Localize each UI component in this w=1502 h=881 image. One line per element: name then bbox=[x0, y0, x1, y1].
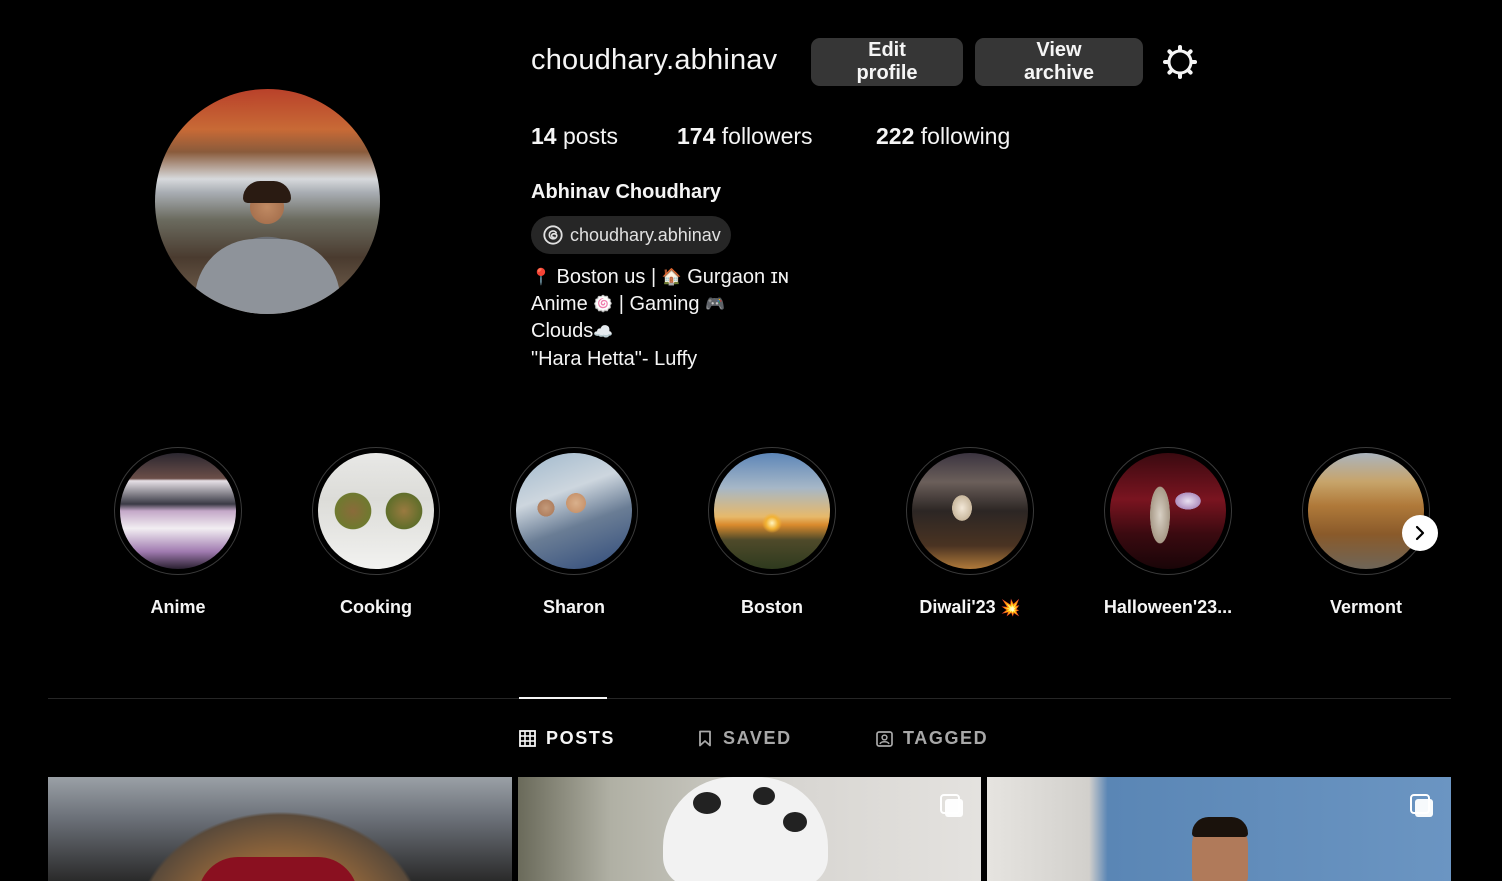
threads-badge[interactable]: choudhary.abhinav bbox=[531, 216, 731, 254]
profile-avatar[interactable] bbox=[155, 89, 380, 314]
profile-username: choudhary.abhinav bbox=[531, 44, 778, 76]
highlight-label: Sharon bbox=[542, 597, 605, 617]
pin-emoji: 📍 bbox=[531, 269, 551, 287]
highlight-label: Diwali'23 💥 bbox=[870, 597, 1070, 618]
multiple-posts-icon bbox=[940, 794, 963, 817]
highlight-cover bbox=[714, 453, 830, 569]
tab-tagged[interactable]: TAGGED bbox=[876, 728, 988, 749]
post-image-detail bbox=[663, 777, 828, 881]
highlight-diwali[interactable]: Diwali'23 💥 bbox=[870, 447, 1070, 618]
highlight-ring bbox=[906, 447, 1034, 575]
avatar-figure-body bbox=[195, 239, 340, 314]
post-image-detail bbox=[198, 857, 358, 881]
highlight-anime[interactable]: Anime bbox=[78, 447, 278, 618]
multiple-posts-icon bbox=[1410, 794, 1433, 817]
highlight-cooking[interactable]: Cooking bbox=[276, 447, 476, 618]
threads-handle: choudhary.abhinav bbox=[570, 224, 721, 245]
highlight-ring bbox=[1302, 447, 1430, 575]
threads-icon bbox=[543, 225, 563, 245]
highlights-next-button[interactable] bbox=[1402, 515, 1438, 551]
highlight-label-text: Diwali'23 bbox=[919, 597, 996, 617]
tab-saved[interactable]: SAVED bbox=[697, 728, 792, 749]
followers-count: 174 bbox=[677, 123, 716, 149]
bio-anime-text: Anime bbox=[531, 293, 594, 316]
bio-gaming-text: | Gaming bbox=[613, 293, 706, 316]
profile-bio: 📍 Boston us | 🏠 Gurgaon ɪɴ Anime 🍥 | Gam… bbox=[531, 264, 789, 373]
profile-full-name: Abhinav Choudhary bbox=[531, 181, 722, 203]
highlight-label: Cooking bbox=[340, 597, 412, 617]
highlight-cover bbox=[318, 453, 434, 569]
bio-line-3: Clouds☁️ bbox=[531, 318, 789, 345]
bio-hometown-text: Gurgaon ɪɴ bbox=[681, 266, 789, 288]
tab-posts-label: POSTS bbox=[546, 728, 616, 748]
tab-tagged-label: TAGGED bbox=[903, 728, 989, 748]
highlight-ring bbox=[114, 447, 242, 575]
posts-count: 14 bbox=[531, 123, 557, 149]
bio-clouds-text: Clouds bbox=[531, 320, 594, 343]
highlight-ring bbox=[312, 447, 440, 575]
highlight-cover bbox=[1308, 453, 1424, 569]
highlight-sharon[interactable]: Sharon bbox=[474, 447, 674, 618]
tag-icon bbox=[876, 731, 893, 747]
highlight-label: Vermont bbox=[1329, 597, 1403, 617]
highlight-halloween[interactable]: Halloween'23... bbox=[1068, 447, 1268, 618]
post-tile[interactable] bbox=[48, 777, 512, 881]
stat-posts: 14 posts bbox=[531, 123, 618, 150]
posts-label: posts bbox=[562, 123, 618, 149]
followers-label: followers bbox=[721, 123, 813, 149]
stat-following[interactable]: 222 following bbox=[876, 123, 1010, 150]
naruto-emoji: 🍥 bbox=[593, 296, 614, 314]
highlight-cover bbox=[120, 453, 236, 569]
highlight-cover bbox=[1110, 453, 1226, 569]
stat-followers[interactable]: 174 followers bbox=[677, 123, 813, 150]
bio-line-2: Anime 🍥 | Gaming 🎮 bbox=[531, 291, 789, 318]
highlight-label: Anime bbox=[150, 597, 206, 617]
gear-icon[interactable] bbox=[1163, 45, 1197, 79]
bio-line-4: "Hara Hetta"- Luffy bbox=[531, 347, 698, 370]
house-emoji: 🏠 bbox=[661, 269, 682, 287]
highlight-label: Halloween'23... bbox=[1103, 597, 1233, 617]
edit-profile-button[interactable]: Edit profile bbox=[811, 38, 963, 86]
highlight-cover bbox=[516, 453, 632, 569]
highlight-ring bbox=[1104, 447, 1232, 575]
post-image-detail bbox=[1192, 817, 1248, 881]
highlight-ring bbox=[510, 447, 638, 575]
bio-line-1: 📍 Boston us | 🏠 Gurgaon ɪɴ bbox=[531, 264, 789, 291]
post-tile[interactable] bbox=[518, 777, 981, 881]
tab-posts[interactable]: POSTS bbox=[519, 728, 615, 749]
view-archive-button[interactable]: View archive bbox=[975, 38, 1143, 86]
following-label: following bbox=[920, 123, 1011, 149]
highlight-label: Boston bbox=[741, 597, 803, 617]
following-count: 222 bbox=[876, 123, 915, 149]
avatar-figure-hair bbox=[243, 181, 291, 203]
tabs-divider bbox=[48, 698, 1451, 699]
cloud-emoji: ☁️ bbox=[593, 323, 614, 341]
tab-saved-label: SAVED bbox=[723, 728, 792, 748]
active-tab-indicator bbox=[519, 697, 607, 699]
bookmark-icon bbox=[699, 730, 711, 747]
highlight-cover bbox=[912, 453, 1028, 569]
gamepad-emoji: 🎮 bbox=[705, 296, 725, 314]
collision-emoji: 💥 bbox=[1000, 600, 1021, 618]
grid-icon bbox=[519, 730, 536, 747]
chevron-right-icon bbox=[1415, 525, 1425, 541]
highlight-boston[interactable]: Boston bbox=[672, 447, 872, 618]
post-tile[interactable] bbox=[987, 777, 1451, 881]
highlight-ring bbox=[708, 447, 836, 575]
bio-location-text: Boston us | bbox=[556, 266, 662, 288]
